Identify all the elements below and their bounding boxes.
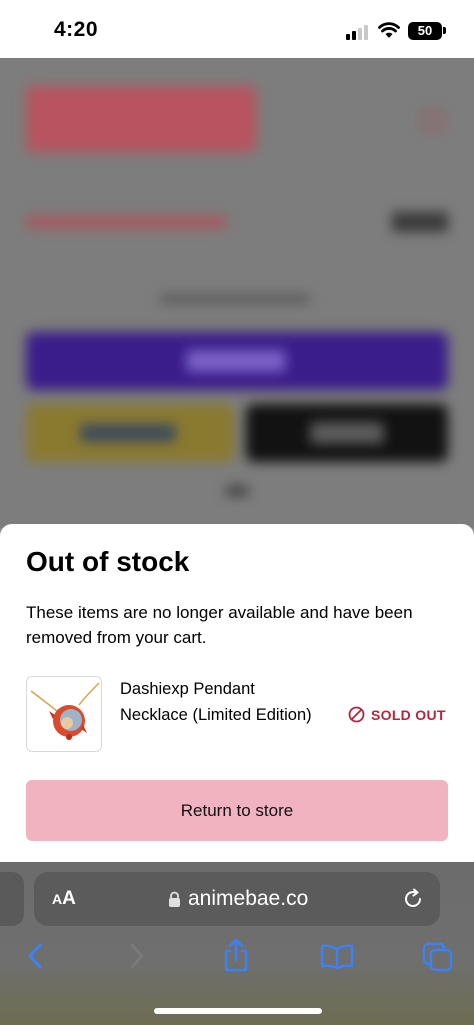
battery-icon: 50 bbox=[408, 22, 442, 40]
apple-pay-logo bbox=[310, 422, 384, 444]
text-size-big-a: A bbox=[62, 888, 76, 909]
previous-tab-peek[interactable] bbox=[0, 872, 24, 926]
sold-out-label: SOLD OUT bbox=[371, 706, 446, 723]
sold-out-badge: SOLD OUT bbox=[348, 706, 446, 723]
share-icon[interactable] bbox=[222, 938, 250, 972]
modal-title: Out of stock bbox=[26, 546, 190, 577]
forward-icon[interactable] bbox=[128, 942, 146, 970]
background-page bbox=[0, 58, 474, 528]
text-size-button[interactable]: AA bbox=[52, 888, 76, 910]
store-logo bbox=[26, 86, 256, 152]
paypal-logo bbox=[80, 424, 176, 442]
express-checkout-label bbox=[160, 294, 310, 304]
wifi-icon bbox=[378, 22, 400, 38]
bookmarks-icon[interactable] bbox=[320, 944, 354, 970]
battery-tip bbox=[443, 27, 446, 34]
return-to-store-button[interactable]: Return to store bbox=[26, 780, 448, 841]
url-text[interactable]: animebae.co bbox=[188, 887, 308, 911]
home-indicator bbox=[154, 1008, 322, 1014]
modal-description: These items are no longer available and … bbox=[26, 603, 413, 647]
status-time: 4:20 bbox=[54, 18, 99, 41]
text-size-small-a: A bbox=[52, 891, 63, 907]
out-of-stock-modal: Out of stock These items are no longer a… bbox=[0, 524, 474, 862]
signal-icon bbox=[346, 24, 372, 40]
status-bar: 4:20 50 bbox=[0, 0, 474, 58]
shop-pay-logo bbox=[186, 350, 286, 372]
tabs-icon[interactable] bbox=[422, 942, 454, 972]
browser-toolbar: AA animebae.co bbox=[0, 862, 474, 1025]
cart-icon bbox=[422, 110, 444, 132]
background-price bbox=[392, 212, 448, 232]
prohibited-icon bbox=[348, 706, 365, 723]
or-divider bbox=[226, 486, 248, 496]
background-line bbox=[26, 216, 226, 228]
product-thumbnail bbox=[26, 676, 102, 752]
lock-icon bbox=[169, 891, 180, 907]
address-bar[interactable]: AA animebae.co bbox=[34, 872, 440, 926]
product-name: Dashiexp Pendant Necklace (Limited Editi… bbox=[120, 680, 312, 724]
reload-icon[interactable] bbox=[402, 888, 424, 910]
back-icon[interactable] bbox=[26, 942, 44, 970]
